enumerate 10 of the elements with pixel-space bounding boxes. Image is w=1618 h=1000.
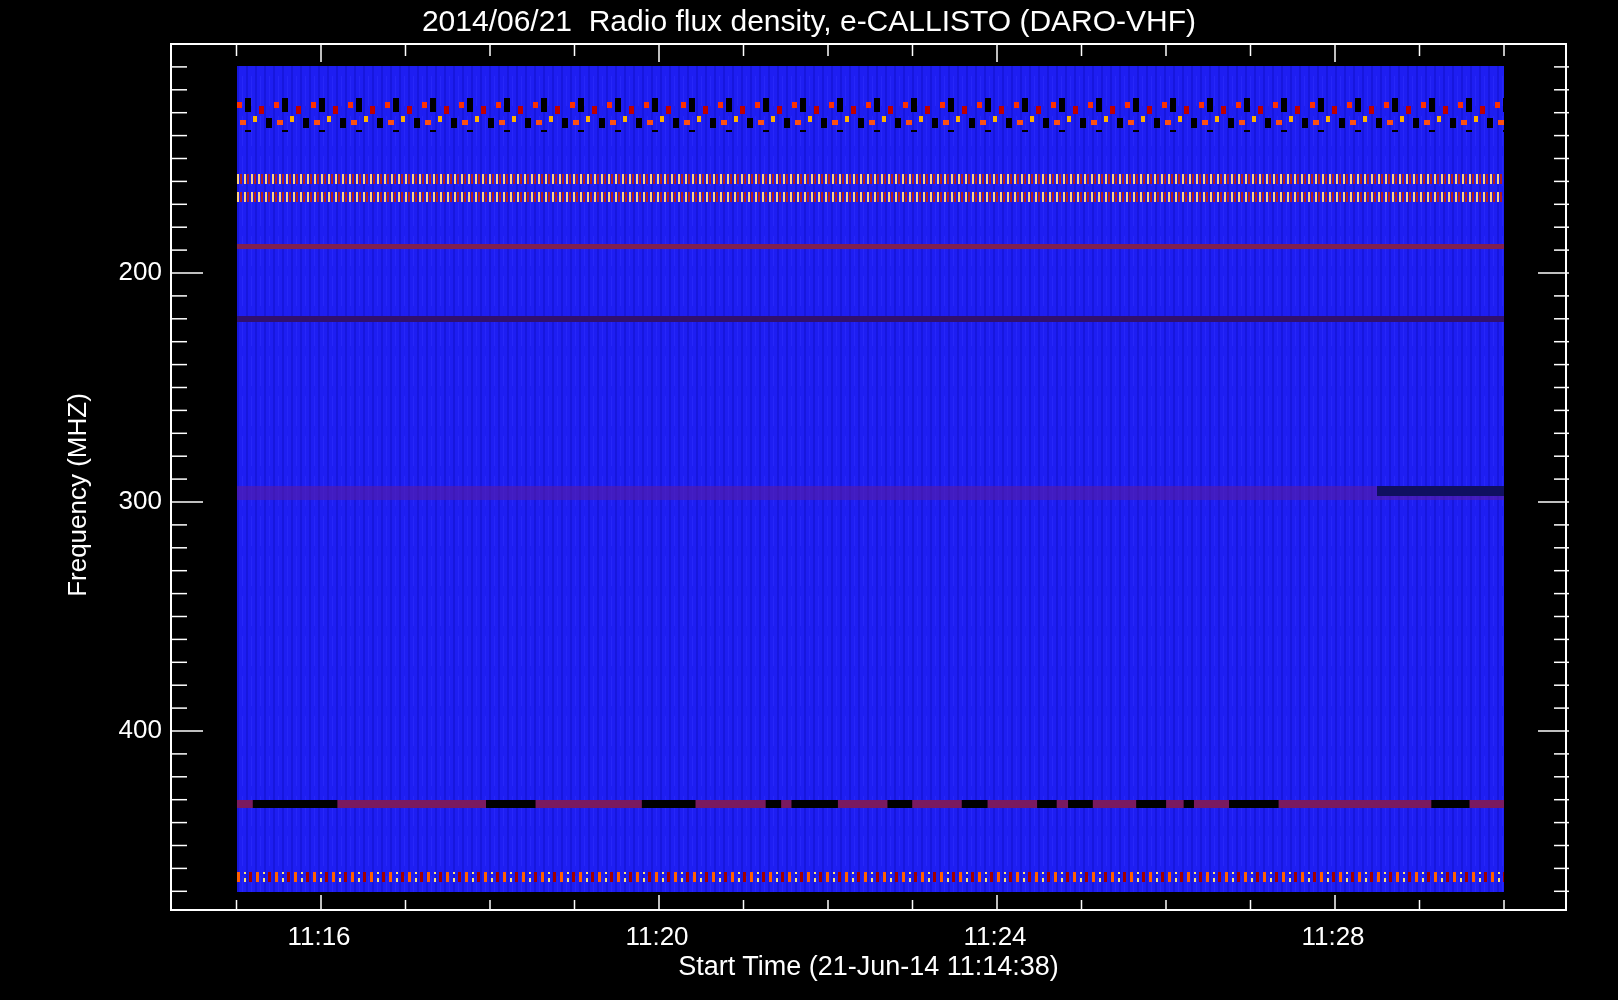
x-tick-label: 11:24 (962, 921, 1028, 951)
chart-title: 2014/06/21 Radio flux density, e-CALLISTO (DARO-VHF) (421, 3, 1197, 39)
y-axis-label: Frequency (MHZ) (62, 393, 92, 597)
x-tick-label: 11:28 (1300, 921, 1366, 951)
y-tick-label: 300 (117, 485, 162, 515)
x-tick-label: 11:16 (286, 921, 352, 951)
y-tick-label: 400 (117, 714, 162, 744)
x-tick-label: 11:20 (624, 921, 690, 951)
x-axis-label: Start Time (21-Jun-14 11:14:38) (678, 950, 1059, 982)
y-tick-label: 200 (117, 256, 162, 286)
